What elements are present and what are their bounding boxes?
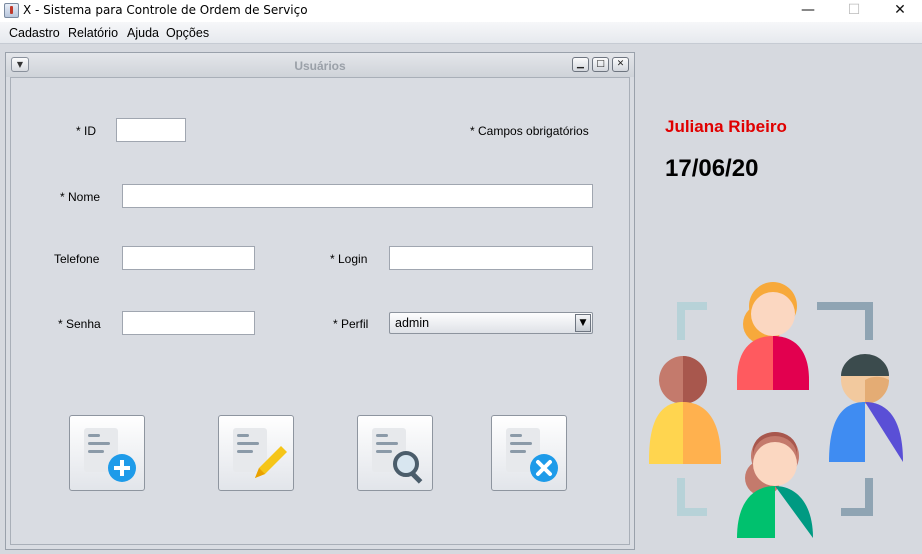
delete-user-button[interactable] [491,415,567,491]
nome-field[interactable] [122,184,593,208]
chevron-down-icon[interactable]: ▼ [575,314,591,332]
perfil-combobox[interactable]: admin ▼ [389,312,593,334]
frame-close-button[interactable]: ✕ [612,57,629,72]
close-button[interactable]: ✕ [877,0,922,22]
perfil-selected-value: admin [395,316,430,330]
id-field[interactable] [116,118,186,142]
users-internal-frame: ▼ Usuários ▁ □ ✕ * ID * Campos obrigatór… [5,52,635,550]
internal-frame-title-bar[interactable]: ▼ Usuários ▁ □ ✕ [6,53,634,77]
delete-document-icon [506,428,558,482]
menu-relatorio[interactable]: Relatório [68,26,118,40]
window-title-bar: X - Sistema para Controle de Ordem de Se… [0,0,922,22]
senha-label: * Senha [58,317,101,331]
perfil-label: * Perfil [333,317,369,331]
nome-label: * Nome [60,190,101,204]
internal-frame-title: Usuários [294,59,346,73]
required-note: * Campos obrigatórios [470,124,589,138]
edit-document-icon [233,428,287,478]
edit-user-button[interactable] [218,415,294,491]
search-document-icon [372,428,423,484]
current-date: 17/06/20 [665,155,759,182]
login-field[interactable] [389,246,593,270]
window-title: X - Sistema para Controle de Ordem de Se… [23,3,308,17]
menu-bar: Cadastro Relatório Ajuda Opções [0,22,922,44]
add-user-button[interactable] [69,415,145,491]
minimize-button[interactable]: — [785,0,831,22]
add-document-icon [84,428,136,482]
frame-maximize-button[interactable]: □ [592,57,609,72]
maximize-button[interactable]: ☐ [831,0,877,22]
search-user-button[interactable] [357,415,433,491]
login-label: * Login [330,252,368,266]
menu-ajuda[interactable]: Ajuda [127,26,159,40]
team-people-illustration [649,282,903,538]
telefone-field[interactable] [122,246,255,270]
telefone-label: Telefone [54,252,100,266]
id-label: * ID [76,124,97,138]
senha-field[interactable] [122,311,255,335]
menu-cadastro[interactable]: Cadastro [9,26,60,40]
logged-user-name: Juliana Ribeiro [665,117,787,136]
java-app-icon [4,3,19,18]
frame-minimize-button[interactable]: ▁ [572,57,589,72]
menu-opcoes[interactable]: Opções [166,26,209,40]
